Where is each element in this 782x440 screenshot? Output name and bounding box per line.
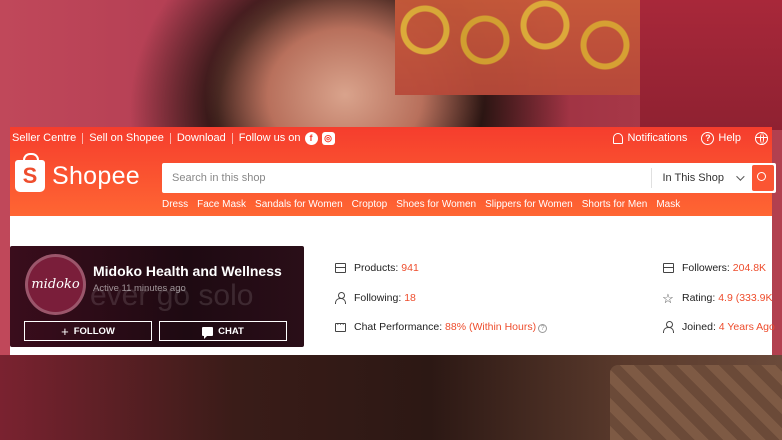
category-link[interactable]: Shorts for Men — [582, 199, 648, 210]
stat-label: Chat Performance: — [354, 321, 443, 333]
stat-followers: Followers: 204.8K — [662, 262, 766, 274]
download-link[interactable]: Download — [177, 132, 226, 144]
info-icon[interactable]: ? — [538, 324, 548, 333]
stat-rating: ☆ Rating: 4.9 (333.9K — [662, 290, 773, 306]
search-scope-select[interactable]: In This Shop — [651, 168, 752, 188]
help-link[interactable]: ? Help — [701, 131, 741, 145]
help-icon: ? — [701, 131, 715, 145]
follow-us-label: Follow us on — [238, 132, 301, 144]
shop-active-status: Active 11 minutes ago — [93, 283, 186, 294]
instagram-icon[interactable]: ◎ — [321, 131, 335, 145]
category-link[interactable]: Dress — [162, 199, 188, 210]
stat-value: 204.8K — [732, 262, 767, 274]
category-link[interactable]: Sandals for Women — [255, 199, 343, 210]
facebook-icon[interactable]: f — [304, 131, 318, 145]
follow-label: FOLLOW — [73, 325, 115, 337]
stat-label: Products: — [354, 262, 399, 274]
search-button[interactable] — [752, 165, 774, 191]
store-icon — [334, 262, 346, 274]
follow-button[interactable]: + FOLLOW — [24, 321, 152, 341]
chat-label: CHAT — [218, 325, 244, 337]
chevron-down-icon — [736, 172, 745, 181]
shopee-logo[interactable]: S Shopee — [15, 153, 140, 192]
shopping-bag-icon: S — [15, 153, 45, 192]
notifications-link[interactable]: Notifications — [613, 132, 687, 144]
stat-label: Followers: — [682, 262, 730, 274]
help-label: Help — [718, 132, 741, 144]
stat-label: Rating: — [682, 292, 716, 304]
divider — [82, 132, 84, 144]
notifications-label: Notifications — [627, 132, 688, 144]
star-icon: ☆ — [662, 290, 674, 306]
stat-value: 4 Years Ago — [718, 321, 775, 333]
shop-avatar[interactable]: midoko — [25, 254, 86, 315]
stat-joined: Joined: 4 Years Ago — [662, 321, 775, 333]
seller-centre-link[interactable]: Seller Centre — [12, 132, 76, 144]
stat-value: 941 — [401, 262, 419, 274]
chat-bubble-icon — [334, 320, 346, 333]
stat-value: 18 — [404, 292, 416, 304]
stat-label: Following: — [354, 292, 402, 304]
category-links: Dress Face Mask Sandals for Women Cropto… — [162, 199, 680, 210]
category-link[interactable]: Croptop — [352, 199, 388, 210]
category-link[interactable]: Slippers for Women — [485, 199, 573, 210]
brand-name: Shopee — [52, 161, 140, 190]
background-decor — [395, 0, 640, 95]
bell-icon — [613, 132, 624, 144]
person-icon — [334, 292, 346, 304]
category-link[interactable]: Face Mask — [197, 199, 246, 210]
followers-icon — [662, 262, 674, 274]
shop-card: ever go solo midoko Midoko Health and We… — [10, 246, 304, 347]
stat-products: Products: 941 — [334, 262, 419, 274]
person-icon — [662, 321, 674, 333]
search-input[interactable] — [162, 163, 652, 193]
chat-icon — [202, 326, 214, 339]
top-navbar: Seller Centre Sell on Shopee Download Fo… — [10, 127, 772, 149]
shopee-header: Seller Centre Sell on Shopee Download Fo… — [10, 127, 776, 216]
sell-on-shopee-link[interactable]: Sell on Shopee — [89, 132, 164, 144]
category-link[interactable]: Shoes for Women — [396, 199, 476, 210]
divider — [231, 132, 233, 144]
stat-value: 88% (Within Hours) — [445, 321, 537, 333]
stat-label: Joined: — [682, 321, 716, 333]
search-bar: In This Shop — [162, 163, 776, 193]
divider — [169, 132, 171, 144]
background-handbag — [610, 365, 782, 440]
stat-following: Following: 18 — [334, 292, 416, 304]
search-scope-label: In This Shop — [662, 172, 724, 184]
plus-icon: + — [61, 323, 69, 339]
stat-value: 4.9 (333.9K — [718, 292, 773, 304]
chat-button[interactable]: CHAT — [159, 321, 287, 341]
category-link[interactable]: Mask — [656, 199, 680, 210]
shop-name: Midoko Health and Wellness — [93, 263, 282, 279]
shopee-shop-page: Seller Centre Sell on Shopee Download Fo… — [10, 127, 776, 355]
topbar-right: Notifications ? Help — [613, 131, 770, 145]
stat-chat-performance: Chat Performance: 88% (Within Hours)? — [334, 320, 548, 333]
background-pillar — [640, 0, 782, 130]
globe-icon[interactable] — [755, 131, 768, 145]
